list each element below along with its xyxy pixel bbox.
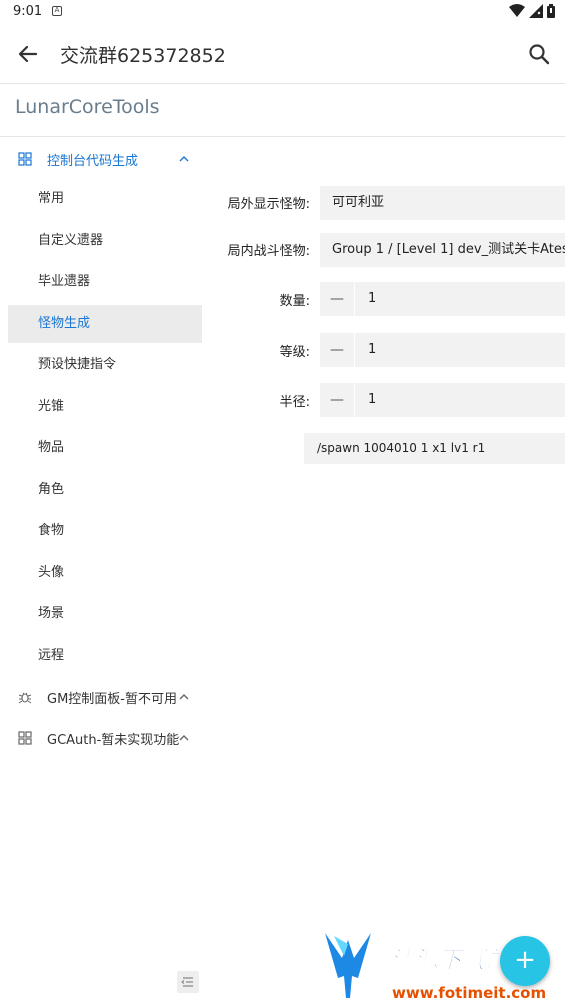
back-arrow-icon[interactable]: [14, 40, 42, 68]
sidebar-item-character[interactable]: 角色: [8, 471, 202, 509]
wifi-icon: [509, 4, 525, 17]
sidebar-item-graduate-relic[interactable]: 毕业遗器: [8, 263, 202, 301]
radius-decrement-button[interactable]: —: [320, 383, 355, 417]
status-icons: [509, 4, 555, 18]
radius-stepper: — 1: [320, 383, 565, 417]
chevron-up-icon: [179, 694, 189, 700]
menu-group-gm-panel[interactable]: GM控制面板-暂不可用: [0, 677, 210, 717]
menu-collapse-icon: [181, 977, 193, 987]
level-stepper: — 1: [320, 333, 565, 367]
battle-monster-label: 局内战斗怪物:: [227, 244, 310, 259]
radius-label: 半径:: [279, 395, 310, 410]
status-bar: 9:01 A: [0, 0, 565, 24]
bug-icon: [18, 692, 32, 704]
menu-group-label: 控制台代码生成: [47, 153, 139, 169]
brand-header: LunarCoreTools: [0, 84, 565, 137]
sidebar-item-monster-spawn[interactable]: 怪物生成: [8, 305, 202, 343]
outside-monster-select[interactable]: 可可利亚: [320, 186, 565, 220]
battery-icon: [547, 4, 555, 18]
level-input[interactable]: 1: [368, 333, 376, 367]
sidebar-item-common[interactable]: 常用: [8, 180, 202, 218]
notification-a-icon: A: [52, 6, 62, 16]
signal-icon: [529, 4, 543, 18]
menu-group-label: GCAuth-暂未实现功能: [47, 732, 180, 748]
outside-monster-label: 局外显示怪物:: [227, 197, 310, 212]
sidebar-item-remote[interactable]: 远程: [8, 637, 202, 675]
count-input[interactable]: 1: [368, 282, 376, 316]
count-stepper: — 1: [320, 282, 565, 316]
status-time: 9:01: [13, 4, 43, 19]
sidebar-item-scene[interactable]: 场景: [8, 595, 202, 633]
count-decrement-button[interactable]: —: [320, 282, 355, 316]
chevron-up-icon: [179, 735, 189, 741]
brand-title: LunarCoreTools: [15, 96, 160, 118]
sidebar-item-preset-commands[interactable]: 预设快捷指令: [8, 346, 202, 384]
chevron-up-icon: [179, 156, 189, 162]
sidebar-item-light-cone[interactable]: 光锥: [8, 388, 202, 426]
menu-group-label: GM控制面板-暂不可用: [47, 691, 177, 707]
add-fab-button[interactable]: +: [500, 936, 550, 986]
command-output[interactable]: /spawn 1004010 1 x1 lv1 r1: [304, 433, 565, 464]
grid-icon: [18, 731, 32, 745]
sidebar-item-items[interactable]: 物品: [8, 429, 202, 467]
battle-monster-select[interactable]: Group 1 / [Level 1] dev_测试关卡AtestLe: [320, 233, 565, 267]
grid-icon: [18, 152, 32, 166]
app-bar: 交流群625372852: [0, 24, 565, 84]
watermark-title: 清源下载站: [390, 946, 514, 974]
level-decrement-button[interactable]: —: [320, 333, 355, 367]
radius-input[interactable]: 1: [368, 383, 376, 417]
sidebar-item-food[interactable]: 食物: [8, 512, 202, 550]
count-label: 数量:: [279, 294, 310, 309]
search-icon[interactable]: [526, 41, 552, 67]
page-title: 交流群625372852: [60, 45, 226, 67]
menu-group-console-code[interactable]: 控制台代码生成: [0, 139, 210, 179]
menu-group-gcauth[interactable]: GCAuth-暂未实现功能: [0, 718, 210, 758]
watermark-url: www.fotimeit.com: [392, 984, 546, 1002]
level-label: 等级:: [279, 345, 310, 360]
sidebar-item-custom-relic[interactable]: 自定义遗器: [8, 222, 202, 260]
sidebar-item-avatar[interactable]: 头像: [8, 554, 202, 592]
drawer-toggle-button[interactable]: [177, 971, 199, 993]
